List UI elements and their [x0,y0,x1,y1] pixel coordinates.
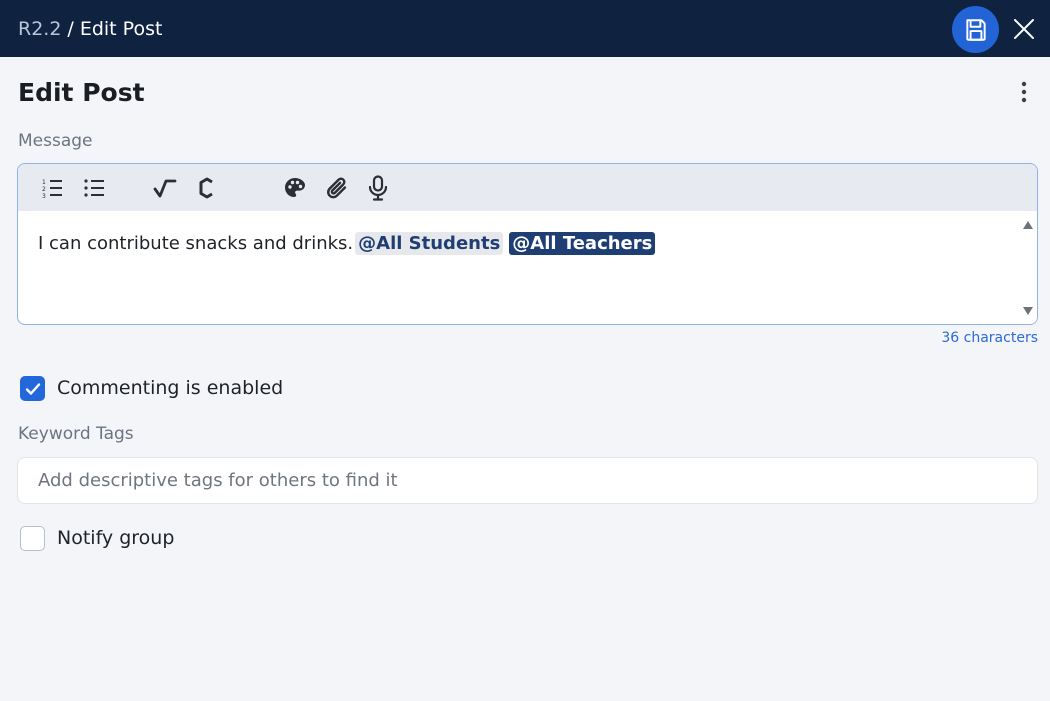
mention-all-teachers[interactable]: @All Teachers [509,232,656,255]
checkmark-icon [25,382,40,395]
message-label: Message [18,131,93,151]
attachment-icon [327,177,347,199]
commenting-checkbox[interactable] [20,376,45,401]
chemistry-button[interactable] [193,174,221,202]
scroll-down-arrow-icon[interactable] [1023,307,1033,315]
bulleted-list-button[interactable] [80,174,108,202]
save-icon [965,18,986,41]
page-title: Edit Post [18,78,145,107]
notify-group-checkbox[interactable] [20,526,45,551]
attach-button[interactable] [323,174,351,202]
bulleted-list-icon [84,179,104,197]
math-button[interactable] [151,174,179,202]
more-vertical-icon [1021,81,1027,103]
close-button[interactable] [1010,15,1038,43]
svg-text:1: 1 [42,179,46,186]
numbered-list-icon: 1 2 3 [42,179,62,199]
color-button[interactable] [281,174,309,202]
scroll-up-arrow-icon[interactable] [1023,221,1033,229]
character-count: 36 characters [941,330,1038,346]
keyword-tags-label: Keyword Tags [18,424,134,444]
microphone-icon [368,175,388,201]
keyword-tags-input[interactable]: Add descriptive tags for others to find … [17,457,1038,504]
breadcrumb: R2.2 /Edit Post [18,18,162,40]
breadcrumb-separator: / [67,17,74,40]
top-bar: R2.2 /Edit Post [0,0,1050,57]
message-content[interactable]: I can contribute snacks and drinks. @All … [38,232,656,255]
breadcrumb-current: Edit Post [79,17,163,40]
close-icon [1014,19,1034,39]
math-icon [153,179,177,198]
more-options-button[interactable] [1010,78,1038,106]
editor-toolbar: 1 2 3 [18,164,1037,211]
palette-icon [285,178,305,197]
message-editor[interactable]: 1 2 3 I can contribute snacks and drinks… [17,163,1038,325]
svg-text:2: 2 [42,186,46,193]
numbered-list-button[interactable]: 1 2 3 [38,174,66,202]
record-audio-button[interactable] [364,174,392,202]
editor-scrollbar[interactable] [1019,211,1037,324]
svg-text:3: 3 [42,193,46,199]
notify-group-label[interactable]: Notify group [57,527,174,549]
message-text: I can contribute snacks and drinks. [38,233,354,254]
commenting-label[interactable]: Commenting is enabled [57,377,283,399]
save-button[interactable] [952,6,999,53]
breadcrumb-parent[interactable]: R2.2 [18,18,61,40]
mention-all-students[interactable]: @All Students [355,232,504,255]
chemistry-icon [199,177,213,199]
